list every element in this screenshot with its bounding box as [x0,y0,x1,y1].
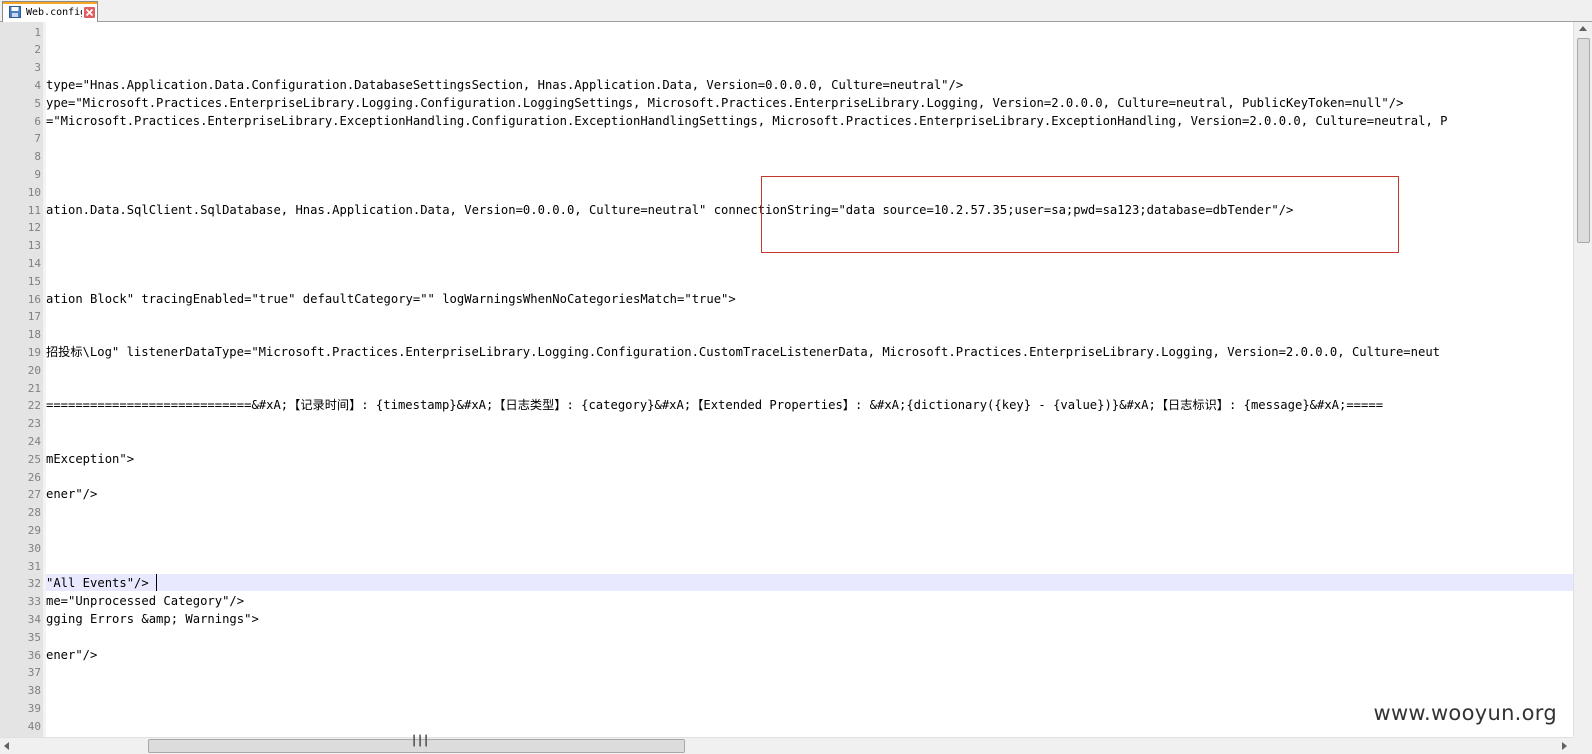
line-number: 8 [34,150,41,164]
code-line[interactable]: ="Microsoft.Practices.EnterpriseLibrary.… [46,113,1447,131]
line-number: 2 [34,43,41,57]
watermark: www.wooyun.org [1371,701,1559,725]
line-number: 17 [27,310,41,324]
line-number: 22 [27,399,41,413]
line-number: 31 [27,559,41,573]
code-line[interactable]: "All Events"/> [46,575,149,593]
line-number-gutter: 1 2 3 4 5 6 7 8 9 10 11 12 13 14 15 16 17 18 19 20 21 22 23 24 2… [0,22,43,737]
line-number: 32 [27,577,41,591]
line-number: 13 [27,239,41,253]
line-number: 26 [27,470,41,484]
line-number: 7 [34,132,41,146]
code-line[interactable]: mException"> [46,451,134,469]
code-line[interactable]: me="Unprocessed Category"/> [46,593,244,611]
line-number: 12 [27,221,41,235]
line-number: 23 [27,417,41,431]
code-editor[interactable]: 1 2 3 4 5 6 7 8 9 10 11 12 13 14 15 16 17 18 19 20 21 22 23 24 2… [0,22,1592,754]
line-number: 35 [27,630,41,644]
line-number: 10 [27,185,41,199]
line-number: 14 [27,256,41,270]
grip-icon: ┃┃┃ [411,736,430,747]
text-caret [156,574,157,591]
text-area[interactable]: type="Hnas.Application.Data.Configuratio… [46,22,1573,737]
connection-string-highlight-box [761,176,1399,253]
horizontal-scroll-thumb[interactable]: ┃┃┃ [148,736,685,753]
line-number: 30 [27,541,41,555]
line-number: 16 [27,292,41,306]
scroll-right-icon[interactable] [1562,742,1567,750]
line-number: 27 [27,488,41,502]
line-number: 6 [34,114,41,128]
line-number: 40 [27,719,41,733]
code-line[interactable]: ype="Microsoft.Practices.EnterpriseLibra… [46,95,1403,113]
line-number: 34 [27,612,41,626]
line-number: 24 [27,434,41,448]
save-file-icon [9,6,21,18]
vertical-scroll-thumb[interactable] [1577,38,1590,243]
scrollbar-corner [1573,737,1592,754]
scroll-left-icon[interactable] [4,742,9,750]
line-number: 20 [27,363,41,377]
line-number: 11 [27,203,41,217]
line-number: 1 [34,25,41,39]
vertical-scrollbar[interactable] [1573,22,1592,737]
line-number: 33 [27,595,41,609]
line-number: 37 [27,666,41,680]
line-number: 39 [27,701,41,715]
line-number: 25 [27,452,41,466]
line-number: 21 [27,381,41,395]
line-number: 28 [27,506,41,520]
scroll-up-icon[interactable] [1579,26,1587,31]
line-number: 38 [27,684,41,698]
tab-bar: Web.config [0,0,1592,22]
code-line[interactable]: ation Block" tracingEnabled="true" defau… [46,291,736,309]
tab-label: Web.config [26,6,82,18]
line-number: 36 [27,648,41,662]
code-line[interactable]: gging Errors &amp; Warnings"> [46,611,259,629]
code-line[interactable]: type="Hnas.Application.Data.Configuratio… [46,77,963,95]
code-line[interactable]: 招投标\Log" listenerDataType="Microsoft.Pra… [46,344,1440,362]
code-line[interactable]: ener"/> [46,647,97,665]
code-line[interactable]: ener"/> [46,486,97,504]
line-number: 3 [34,61,41,75]
line-number: 4 [34,78,41,92]
horizontal-scrollbar[interactable]: ┃┃┃ [0,736,1573,754]
line-number: 9 [34,167,41,181]
line-number: 15 [27,274,41,288]
code-line[interactable]: ============================&#xA;【记录时间】:… [46,397,1383,415]
line-number: 19 [27,345,41,359]
tab-web-config[interactable]: Web.config [2,1,98,22]
close-icon[interactable] [84,6,95,18]
tab-active-accent [3,2,97,4]
line-number: 18 [27,328,41,342]
line-number: 29 [27,523,41,537]
line-number: 5 [34,96,41,110]
